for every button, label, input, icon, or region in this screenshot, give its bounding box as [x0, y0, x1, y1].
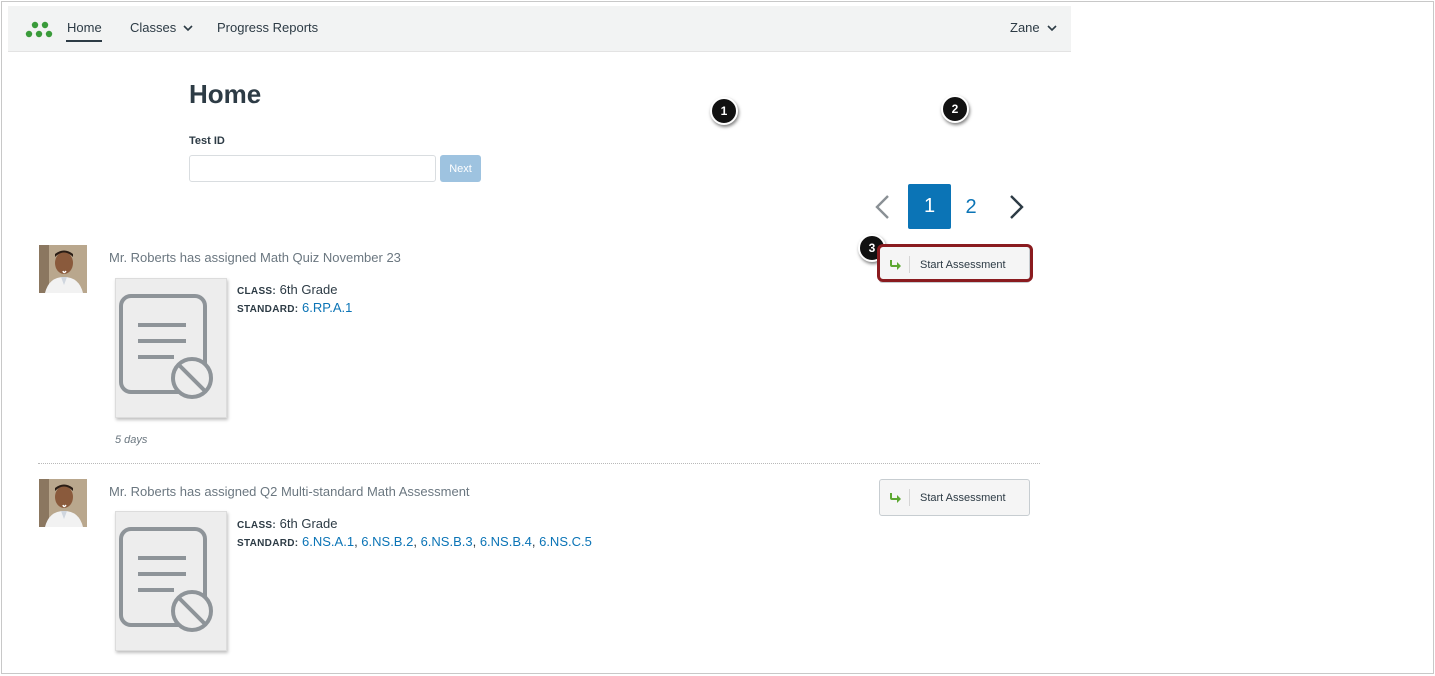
top-navigation: Home Classes Progress Reports Zane	[8, 6, 1071, 52]
nav-classes-label: Classes	[130, 20, 177, 35]
standard-link[interactable]: 6.NS.B.2	[361, 534, 413, 549]
assignment-description: Mr. Roberts has assigned Math Quiz Novem…	[109, 250, 401, 265]
start-assessment-button[interactable]: Start Assessment	[879, 479, 1030, 516]
canvas-dots-logo-icon[interactable]	[24, 19, 54, 39]
class-info: CLASS: 6th Grade	[237, 282, 337, 297]
callout-marker-1: 1	[710, 97, 738, 125]
chevron-down-icon	[183, 24, 193, 31]
standard-label: STANDARD:	[237, 538, 299, 549]
standard-separator: ,	[531, 534, 540, 549]
standard-link[interactable]: 6.NS.B.3	[421, 534, 473, 549]
arrow-forward-icon	[880, 489, 910, 506]
callout-highlight-box	[877, 244, 1033, 282]
standard-separator: ,	[472, 534, 480, 549]
assignment-divider	[38, 463, 1040, 464]
class-value: 6th Grade	[279, 282, 338, 297]
class-value: 6th Grade	[279, 516, 338, 531]
assignment-time: 5 days	[115, 434, 148, 446]
assessment-thumbnail	[115, 511, 227, 651]
class-label: CLASS:	[237, 520, 277, 531]
document-blocked-icon	[119, 294, 213, 399]
standard-link[interactable]: 6.RP.A.1	[302, 300, 352, 315]
page-title: Home	[189, 79, 262, 109]
document-blocked-icon	[119, 527, 213, 632]
next-button[interactable]: Next	[440, 155, 481, 182]
user-name: Zane	[1010, 20, 1040, 35]
chevron-down-icon	[1047, 24, 1057, 31]
class-label: CLASS:	[237, 286, 277, 297]
user-menu[interactable]: Zane	[1010, 20, 1058, 35]
class-info: CLASS: 6th Grade	[237, 516, 337, 531]
standard-separator: ,	[413, 534, 421, 549]
nav-active-indicator	[66, 40, 102, 42]
standard-label: STANDARD:	[237, 304, 299, 315]
pagination-previous-icon[interactable]	[872, 193, 894, 221]
standard-link[interactable]: 6.NS.C.5	[539, 534, 592, 549]
test-id-input[interactable]	[189, 155, 436, 182]
standard-link[interactable]: 6.NS.A.1	[302, 534, 354, 549]
assessment-thumbnail	[115, 278, 227, 418]
test-id-label: Test ID	[189, 135, 225, 147]
teacher-avatar	[39, 245, 87, 293]
nav-classes-menu[interactable]: Classes	[130, 20, 194, 35]
teacher-avatar	[39, 479, 87, 527]
pagination-page-link[interactable]: 2	[961, 194, 981, 220]
assignment-description: Mr. Roberts has assigned Q2 Multi-standa…	[109, 484, 470, 499]
nav-home-link[interactable]: Home	[67, 20, 102, 35]
standard-link[interactable]: 6.NS.B.4	[480, 534, 532, 549]
callout-marker-2: 2	[941, 95, 969, 123]
standard-info: STANDARD: 6.NS.A.1, 6.NS.B.2, 6.NS.B.3, …	[237, 534, 592, 549]
pagination-page-current[interactable]: 1	[908, 184, 951, 229]
standard-info: STANDARD: 6.RP.A.1	[237, 300, 352, 315]
teacher-portrait-icon	[39, 245, 87, 293]
teacher-portrait-icon	[39, 479, 87, 527]
nav-progress-reports-link[interactable]: Progress Reports	[217, 20, 318, 35]
pagination-next-icon[interactable]	[1005, 193, 1027, 221]
start-assessment-label: Start Assessment	[920, 491, 1006, 504]
